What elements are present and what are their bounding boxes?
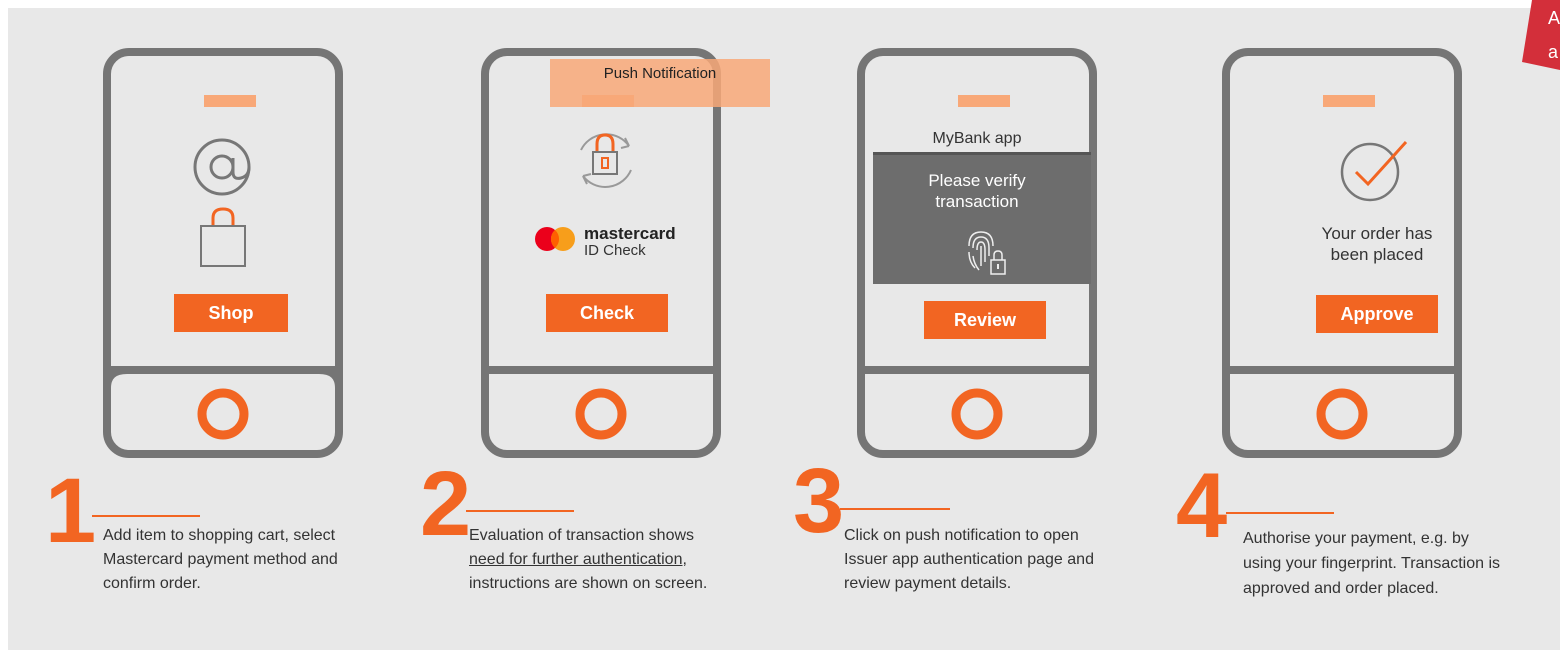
step-rule-1	[92, 515, 200, 517]
phone-speaker	[1323, 95, 1375, 107]
corner-text-2: a	[1548, 42, 1559, 62]
review-button[interactable]: Review	[924, 301, 1046, 339]
step-number-4: 4	[1176, 455, 1228, 557]
step-number-3: 3	[793, 450, 845, 552]
order-confirmation: Your order has been placed	[1321, 224, 1433, 264]
phone-step-1: Shop	[103, 48, 343, 458]
mastercard-logo-icon	[535, 227, 575, 251]
step-rule-2	[466, 510, 574, 512]
phone-step-3: MyBank app Please verify transaction Rev…	[857, 48, 1097, 458]
id-check-wordmark: ID Check	[584, 242, 646, 259]
approve-button[interactable]: Approve	[1316, 295, 1438, 333]
phone-step-2: mastercard ID Check Check	[481, 48, 721, 458]
checkmark-circle-icon	[1340, 140, 1408, 202]
verify-prompt: Please verify transaction	[928, 171, 1026, 211]
at-sign-icon	[193, 138, 251, 196]
description-emphasis: need for further authentication,	[469, 551, 687, 568]
step-description-1: Add item to shopping cart, select Master…	[103, 527, 338, 592]
step-number-1: 1	[45, 460, 97, 562]
step-description-4: Authorise your payment, e.g. by using yo…	[1243, 530, 1501, 597]
shop-button[interactable]: Shop	[174, 294, 288, 332]
phone-speaker	[204, 95, 256, 107]
app-title: MyBank app	[932, 130, 1022, 147]
step-rule-4	[1226, 512, 1334, 514]
step-description-3: Click on push notification to open Issue…	[844, 527, 1094, 592]
push-notification-banner[interactable]: Push Notification	[550, 59, 770, 107]
shopping-bag-icon	[200, 207, 246, 267]
phone-speaker	[958, 95, 1010, 107]
fingerprint-lock-icon	[968, 231, 1006, 275]
step-description-2: Evaluation of transaction shows need for…	[469, 524, 719, 596]
refresh-lock-icon	[580, 133, 632, 188]
push-notification-label: Push Notification	[603, 65, 717, 82]
check-button[interactable]: Check	[546, 294, 668, 332]
description-text: Evaluation of transaction shows	[469, 527, 695, 544]
step-rule-3	[840, 508, 950, 510]
mastercard-wordmark: mastercard	[584, 224, 676, 243]
step-number-2: 2	[420, 453, 472, 555]
phone-step-4: Your order has been placed Approve	[1222, 48, 1462, 458]
description-text: instructions are shown on screen.	[469, 575, 708, 592]
verify-card-edge	[873, 152, 1091, 155]
corner-text-1: A	[1548, 8, 1560, 28]
